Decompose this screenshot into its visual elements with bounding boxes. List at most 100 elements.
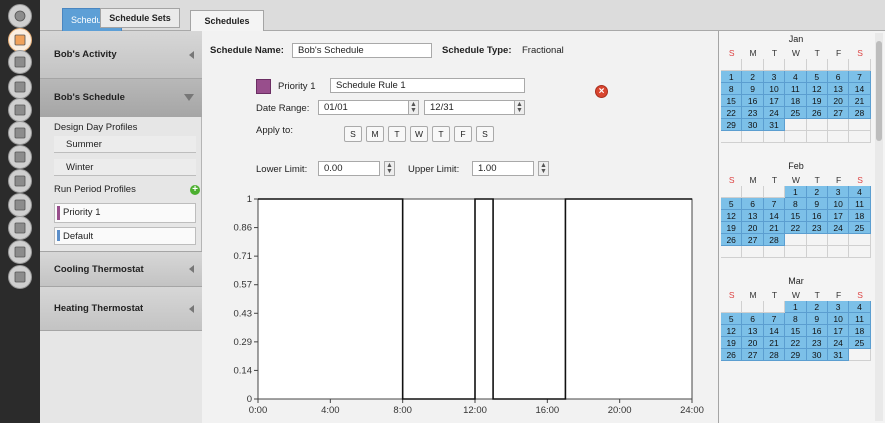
loads-icon[interactable] [8, 75, 32, 99]
calendar-day[interactable]: 10 [827, 313, 850, 325]
collapse-arrow-icon[interactable] [189, 265, 194, 273]
calendar-day[interactable]: 17 [827, 210, 850, 222]
calendar-day[interactable]: 21 [849, 95, 871, 107]
calendar-day[interactable]: 7 [763, 198, 786, 210]
calendar-day[interactable]: 13 [827, 83, 850, 95]
calendar-day[interactable]: 5 [721, 313, 743, 325]
schedule-profile-chart[interactable]: 0 0.14 0.29 0.43 0.57 0.71 0.86 1 0:00 4:00 8:00 12… [220, 191, 716, 423]
calendar-day[interactable]: 6 [827, 71, 850, 83]
calendar-day[interactable]: 24 [827, 337, 850, 349]
calendar-scroll-thumb[interactable] [876, 41, 882, 141]
date-end-input[interactable]: 12/31 [424, 100, 524, 115]
collapse-arrow-icon[interactable] [189, 50, 194, 59]
schedule-name-input[interactable]: Bob's Schedule [292, 43, 432, 58]
calendar-day[interactable]: 5 [721, 198, 743, 210]
calendar-day[interactable]: 3 [827, 301, 850, 313]
date-end-stepper[interactable]: ▲ ▼ [514, 100, 525, 115]
delete-rule-icon[interactable]: × [595, 85, 608, 98]
day-toggle-mon[interactable]: M [366, 126, 384, 142]
calendar-day[interactable]: 19 [806, 95, 828, 107]
day-toggle-wed[interactable]: W [410, 126, 428, 142]
calendar-day[interactable]: 19 [721, 337, 743, 349]
lower-limit-stepper[interactable]: ▲ ▼ [384, 161, 395, 176]
calendar-day[interactable]: 1 [721, 71, 743, 83]
calendar-day[interactable]: 7 [763, 313, 786, 325]
calendar-day[interactable]: 3 [763, 71, 786, 83]
calendar-scrollbar[interactable] [875, 33, 883, 421]
variables-icon[interactable] [8, 240, 32, 264]
calendar-day[interactable]: 20 [742, 222, 764, 234]
calendar-day[interactable]: 23 [806, 222, 828, 234]
calendar-day[interactable]: 27 [827, 107, 850, 119]
calendar-day[interactable]: 3 [827, 186, 850, 198]
calendar-day[interactable]: 20 [742, 337, 764, 349]
calendar-day[interactable]: 12 [806, 83, 828, 95]
calendar-day[interactable]: 1 [785, 301, 807, 313]
calendar-day[interactable]: 20 [827, 95, 850, 107]
calendar-day[interactable]: 21 [763, 337, 786, 349]
calendar-day[interactable]: 19 [721, 222, 743, 234]
calendar-day[interactable]: 29 [785, 349, 807, 361]
calendar-day[interactable]: 4 [849, 301, 871, 313]
calendar-day[interactable]: 10 [763, 83, 786, 95]
calendar-day[interactable]: 26 [806, 107, 828, 119]
calendar-day[interactable]: 2 [806, 186, 828, 198]
calendar-day[interactable]: 4 [785, 71, 807, 83]
constructions-icon[interactable] [8, 50, 32, 74]
upper-limit-stepper[interactable]: ▲ ▼ [538, 161, 549, 176]
calendar-day[interactable]: 8 [785, 313, 807, 325]
calendar-day[interactable]: 11 [849, 198, 871, 210]
calendar-day[interactable]: 30 [806, 349, 828, 361]
calendar-day[interactable]: 23 [806, 337, 828, 349]
profile-summer[interactable]: Summer [54, 136, 196, 153]
simulation-icon[interactable] [8, 265, 32, 289]
calendar-day[interactable]: 9 [806, 198, 828, 210]
calendar-day[interactable]: 6 [742, 313, 764, 325]
calendar-day[interactable]: 14 [849, 83, 871, 95]
calendar-day[interactable]: 24 [827, 222, 850, 234]
calendar-day[interactable]: 7 [849, 71, 871, 83]
hvac-icon[interactable] [8, 216, 32, 240]
calendar-day[interactable]: 18 [849, 325, 871, 337]
schedule-group-cooling-thermostat[interactable]: Cooling Thermostat [40, 251, 202, 287]
calendar-day[interactable]: 30 [742, 119, 764, 131]
calendar-day[interactable]: 15 [785, 210, 807, 222]
geometry-icon[interactable] [8, 121, 32, 145]
calendar-day[interactable]: 2 [806, 301, 828, 313]
day-toggle-fri[interactable]: F [454, 126, 472, 142]
calendar-day[interactable]: 17 [827, 325, 850, 337]
sphere-icon[interactable] [8, 4, 32, 28]
calendar-day[interactable]: 9 [742, 83, 764, 95]
calendar-day[interactable]: 12 [721, 210, 743, 222]
calendar-day[interactable]: 14 [763, 210, 786, 222]
day-toggle-thu[interactable]: T [432, 126, 450, 142]
calendar-day[interactable]: 15 [785, 325, 807, 337]
calendar-day[interactable]: 22 [721, 107, 743, 119]
calendar-day[interactable]: 27 [742, 234, 764, 246]
tab-schedules[interactable]: Schedules [190, 10, 264, 31]
calendar-day[interactable]: 28 [849, 107, 871, 119]
collapse-arrow-icon[interactable] [189, 304, 194, 313]
chart-canvas[interactable]: 0 0.14 0.29 0.43 0.57 0.71 0.86 1 0:00 4:00 8:00 12… [220, 191, 716, 423]
calendar-day[interactable]: 26 [721, 349, 743, 361]
calendar-day[interactable]: 6 [742, 198, 764, 210]
calendar-day[interactable]: 18 [849, 210, 871, 222]
expand-arrow-icon[interactable] [184, 94, 194, 101]
calendar-day[interactable]: 2 [742, 71, 764, 83]
priority-color-swatch[interactable] [256, 79, 271, 94]
day-toggle-tue[interactable]: T [388, 126, 406, 142]
calendar-day[interactable]: 18 [785, 95, 807, 107]
calendar-day[interactable]: 13 [742, 325, 764, 337]
facility-icon[interactable] [8, 145, 32, 169]
spaces-icon[interactable] [8, 169, 32, 193]
schedule-group-bobs-activity[interactable]: Bob's Activity [40, 31, 202, 79]
calendar-day[interactable]: 15 [721, 95, 743, 107]
calendar-day[interactable]: 11 [785, 83, 807, 95]
calendar-day[interactable]: 16 [742, 95, 764, 107]
space-types-icon[interactable] [8, 98, 32, 122]
date-start-stepper[interactable]: ▲ ▼ [408, 100, 419, 115]
profile-default[interactable]: Default [54, 227, 196, 245]
profile-winter[interactable]: Winter [54, 159, 196, 176]
calendar-day[interactable]: 5 [806, 71, 828, 83]
calendar-day[interactable]: 26 [721, 234, 743, 246]
